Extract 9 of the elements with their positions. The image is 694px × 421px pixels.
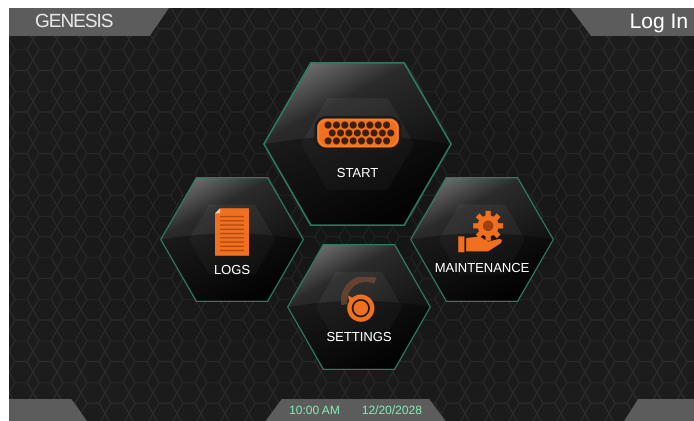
time-text: 10:00 AM (289, 402, 340, 419)
footer-corner-panel (624, 399, 694, 421)
date-text: 12/20/2028 (362, 402, 422, 419)
hexagon-grid-icon (314, 114, 402, 150)
brand-title: GENESIS (9, 8, 169, 36)
login-button[interactable]: Log In (570, 8, 694, 36)
document-icon (215, 208, 249, 256)
hand-gear-icon (458, 210, 506, 254)
dial-icon (339, 276, 379, 322)
